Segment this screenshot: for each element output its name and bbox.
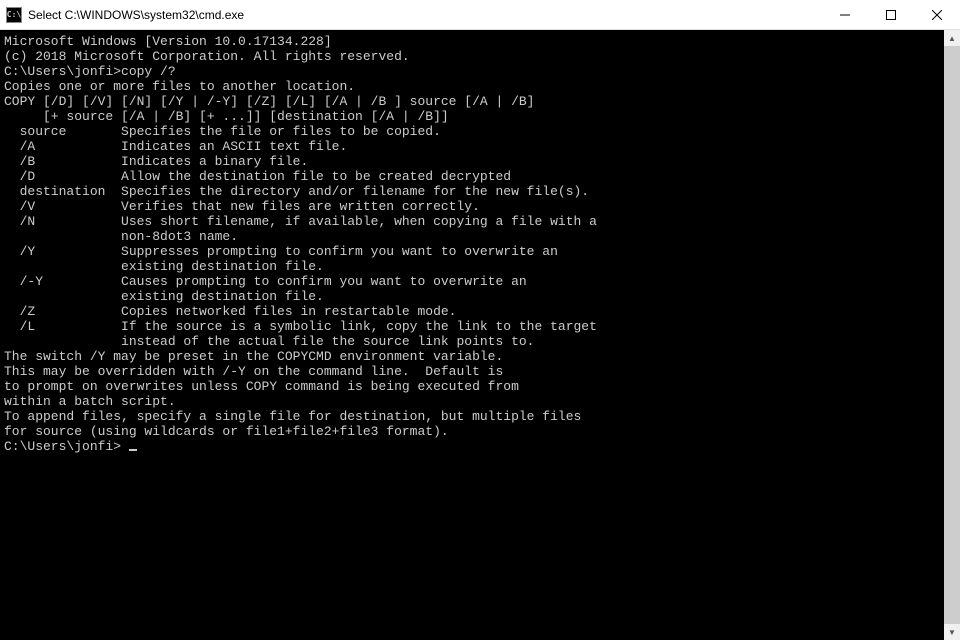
terminal-line: /B Indicates a binary file. — [4, 154, 944, 169]
close-button[interactable] — [914, 0, 960, 29]
scroll-down-icon[interactable]: ▼ — [944, 624, 960, 640]
terminal-line: non-8dot3 name. — [4, 229, 944, 244]
terminal-line: This may be overridden with /-Y on the c… — [4, 364, 944, 379]
scroll-thumb[interactable] — [944, 46, 960, 624]
cmd-icon: C:\ — [6, 7, 22, 23]
terminal-output[interactable]: Microsoft Windows [Version 10.0.17134.22… — [0, 30, 944, 640]
terminal-line: existing destination file. — [4, 259, 944, 274]
terminal-line: within a batch script. — [4, 394, 944, 409]
terminal-line: /Y Suppresses prompting to confirm you w… — [4, 244, 944, 259]
cursor — [129, 449, 137, 451]
terminal-line: Copies one or more files to another loca… — [4, 79, 944, 94]
terminal-line: C:\Users\jonfi>copy /? — [4, 64, 944, 79]
terminal-line: /L If the source is a symbolic link, cop… — [4, 319, 944, 334]
terminal-line: Microsoft Windows [Version 10.0.17134.22… — [4, 34, 944, 49]
terminal-line: (c) 2018 Microsoft Corporation. All righ… — [4, 49, 944, 64]
terminal-line: The switch /Y may be preset in the COPYC… — [4, 349, 944, 364]
terminal-line: To append files, specify a single file f… — [4, 409, 944, 424]
terminal-wrap: Microsoft Windows [Version 10.0.17134.22… — [0, 30, 960, 640]
terminal-line: [+ source [/A | /B] [+ ...]] [destinatio… — [4, 109, 944, 124]
terminal-line: for source (using wildcards or file1+fil… — [4, 424, 944, 439]
terminal-line: /N Uses short filename, if available, wh… — [4, 214, 944, 229]
terminal-line: /V Verifies that new files are written c… — [4, 199, 944, 214]
terminal-line: C:\Users\jonfi> — [4, 439, 944, 454]
terminal-line: /-Y Causes prompting to confirm you want… — [4, 274, 944, 289]
terminal-line: source Specifies the file or files to be… — [4, 124, 944, 139]
window-title: Select C:\WINDOWS\system32\cmd.exe — [28, 8, 822, 22]
terminal-line: existing destination file. — [4, 289, 944, 304]
terminal-line: /D Allow the destination file to be crea… — [4, 169, 944, 184]
window-controls — [822, 0, 960, 29]
scrollbar[interactable]: ▲ ▼ — [944, 30, 960, 640]
minimize-button[interactable] — [822, 0, 868, 29]
terminal-line: to prompt on overwrites unless COPY comm… — [4, 379, 944, 394]
scroll-up-icon[interactable]: ▲ — [944, 30, 960, 46]
terminal-line: /Z Copies networked files in restartable… — [4, 304, 944, 319]
terminal-line: COPY [/D] [/V] [/N] [/Y | /-Y] [/Z] [/L]… — [4, 94, 944, 109]
terminal-line: instead of the actual file the source li… — [4, 334, 944, 349]
titlebar: C:\ Select C:\WINDOWS\system32\cmd.exe — [0, 0, 960, 30]
terminal-line: destination Specifies the directory and/… — [4, 184, 944, 199]
maximize-button[interactable] — [868, 0, 914, 29]
terminal-line: /A Indicates an ASCII text file. — [4, 139, 944, 154]
